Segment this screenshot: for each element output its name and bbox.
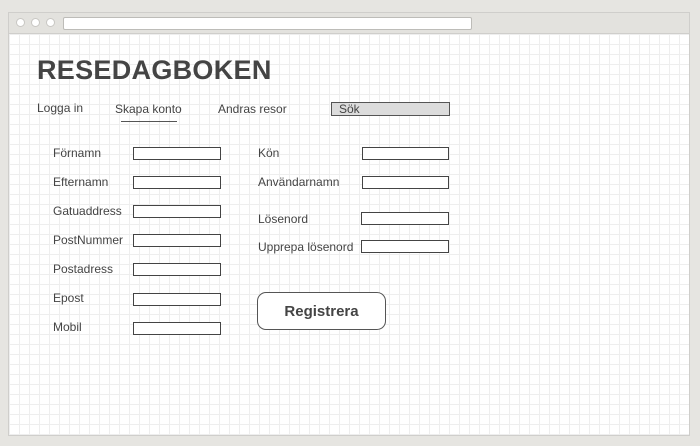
address-bar[interactable] [63,17,472,30]
postal-city-label: Postadress [53,262,114,276]
mobile-label: Mobil [53,320,82,334]
postal-code-label: PostNummer [53,233,124,247]
browser-window: RESEDAGBOKEN Logga in Skapa konto Andras… [8,12,690,436]
site-title: RESEDAGBOKEN [37,55,272,85]
nav-others-trips-link[interactable]: Andras resor [218,102,287,116]
email-field[interactable] [133,293,221,306]
window-close-dot[interactable] [16,18,25,27]
nav-create-account-link[interactable]: Skapa konto [115,102,182,116]
password-field[interactable] [361,212,449,225]
first-name-field[interactable] [133,147,221,160]
window-minimize-dot[interactable] [31,18,40,27]
nav-login-link[interactable]: Logga in [37,101,83,115]
email-label: Epost [53,291,84,305]
mobile-field[interactable] [133,322,221,335]
gender-label: Kön [258,146,280,160]
window-maximize-dot[interactable] [46,18,55,27]
search-label: Sök [339,102,360,116]
username-label: Användarnamn [258,175,340,189]
browser-chrome [9,13,689,34]
street-address-label: Gatuaddress [53,204,122,218]
postal-city-field[interactable] [133,263,221,276]
page-canvas: RESEDAGBOKEN Logga in Skapa konto Andras… [9,34,689,435]
active-tab-indicator [121,121,177,122]
password-label: Lösenord [258,212,309,226]
username-field[interactable] [362,176,449,189]
street-address-field[interactable] [133,205,221,218]
postal-code-field[interactable] [133,234,221,247]
last-name-label: Efternamn [53,175,109,189]
gender-field[interactable] [362,147,449,160]
search-input[interactable]: Sök [331,102,450,116]
first-name-label: Förnamn [53,146,102,160]
last-name-field[interactable] [133,176,221,189]
repeat-password-label: Upprepa lösenord [258,240,354,254]
repeat-password-field[interactable] [361,240,449,253]
register-button[interactable]: Registrera [257,292,386,330]
